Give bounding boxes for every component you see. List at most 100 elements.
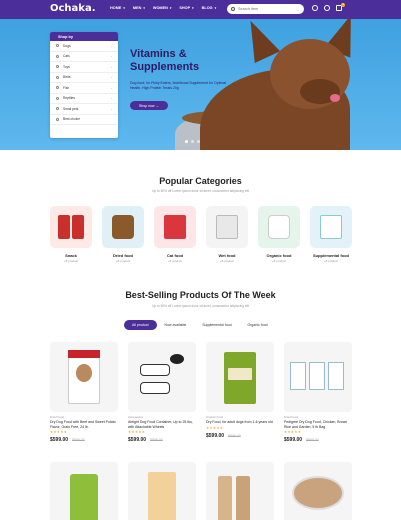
product-image xyxy=(112,215,134,239)
shop-by-item-toys[interactable]: Toys › xyxy=(50,62,118,73)
tab-all-product[interactable]: All product xyxy=(124,320,157,330)
product-image xyxy=(284,342,352,412)
user-icon[interactable] xyxy=(312,5,318,11)
carousel-dot[interactable] xyxy=(191,140,194,143)
fish-icon xyxy=(56,86,59,90)
category-image xyxy=(154,206,196,248)
product-price: $599.00 $899.00 xyxy=(128,437,163,443)
rating-stars: ★★★★★ xyxy=(50,430,68,434)
chevron-down-icon: ▾ xyxy=(143,6,145,10)
category-dried-food[interactable]: Dried food +8 product xyxy=(102,206,144,263)
top-header: Ochaka. HOME▾ MEN▾ WOMEN▾ SHOP▾ BLOG▾ 0 xyxy=(0,0,401,19)
rating-stars: ★★★★★ xyxy=(128,430,146,434)
product-card[interactable]: Dried Food Pedigree Dry Dog Food, Chicke… xyxy=(284,342,352,443)
product-price: $599.00 $899.00 xyxy=(50,437,85,443)
shop-now-button[interactable]: Shop now → xyxy=(130,101,168,110)
category-image xyxy=(310,206,352,248)
product-price: $599.00 $899.00 xyxy=(284,437,319,443)
nav-home[interactable]: HOME ▾ xyxy=(110,6,125,10)
category-wet-food[interactable]: Wet food +8 product xyxy=(206,206,248,263)
product-image xyxy=(58,215,70,239)
shop-by-item-small-pets[interactable]: Small pets › xyxy=(50,104,118,115)
product-image xyxy=(284,462,352,520)
shop-by-item-birds[interactable]: Birds › xyxy=(50,73,118,83)
product-image xyxy=(206,342,274,412)
toy-icon xyxy=(56,65,59,69)
product-card[interactable] xyxy=(284,462,352,520)
search-input[interactable] xyxy=(238,7,298,11)
tab-organic-food[interactable]: Organic food xyxy=(240,320,276,330)
category-organic-food[interactable]: Organic food +8 product xyxy=(258,206,300,263)
category-image xyxy=(258,206,300,248)
chevron-right-icon: › xyxy=(111,75,112,80)
carousel-dot[interactable] xyxy=(185,140,188,143)
rating-stars: ★★★★★ xyxy=(284,430,302,434)
reptile-icon xyxy=(56,96,59,100)
product-filter-tabs: All product Now available Supplemental f… xyxy=(124,320,276,330)
product-image xyxy=(50,342,118,412)
category-image xyxy=(102,206,144,248)
chevron-down-icon: ▾ xyxy=(123,6,125,10)
small-pet-icon xyxy=(56,107,59,111)
product-image xyxy=(72,215,84,239)
search-bar xyxy=(227,4,304,14)
search-icon[interactable] xyxy=(231,7,235,11)
product-image xyxy=(206,462,274,520)
cart-icon[interactable]: 0 xyxy=(336,3,345,11)
nav-shop[interactable]: SHOP ▾ xyxy=(179,6,193,10)
carousel-dot[interactable] xyxy=(197,140,200,143)
product-image xyxy=(128,342,196,412)
shop-by-item-reptiles[interactable]: Reptiles › xyxy=(50,94,118,104)
shop-by-header[interactable]: Shop by xyxy=(50,32,118,41)
chevron-right-icon: › xyxy=(111,106,112,111)
category-cat-food[interactable]: Cat food +8 product xyxy=(154,206,196,263)
chevron-right-icon: › xyxy=(111,85,112,90)
product-image xyxy=(164,215,186,239)
logo[interactable]: Ochaka. xyxy=(50,3,96,14)
hero-title: Vitamins & Supplements xyxy=(130,48,200,73)
bestsellers-title: Best-Selling Products Of The Week xyxy=(125,290,276,300)
shop-by-item-cats[interactable]: Cats › xyxy=(50,52,118,62)
shop-by-item-dogs[interactable]: Dogs › xyxy=(50,41,118,52)
shop-by-item-fish[interactable]: Fish › xyxy=(50,83,118,94)
chevron-right-icon: › xyxy=(111,43,112,48)
product-image xyxy=(216,215,238,239)
header-icons: 0 xyxy=(312,3,345,11)
chevron-down-icon: ▾ xyxy=(192,6,194,10)
popular-categories-subtitle: Up to 50% off Lorem ipsum dolor sit amet… xyxy=(152,189,249,193)
product-card[interactable] xyxy=(50,462,118,520)
dog-icon xyxy=(56,44,59,48)
category-image xyxy=(206,206,248,248)
category-supplemental-food[interactable]: Supplemental food +8 product xyxy=(310,206,352,263)
bird-icon xyxy=(56,75,59,79)
shop-by-item-best-choice[interactable]: Best choice xyxy=(50,115,118,125)
hero-subtitle: Dog food; for Picky Eaters, Nutritional … xyxy=(130,81,227,90)
product-image xyxy=(50,462,118,520)
product-card[interactable] xyxy=(128,462,196,520)
category-snack[interactable]: Snack +8 product xyxy=(50,206,92,263)
product-card[interactable] xyxy=(206,462,274,520)
category-image xyxy=(50,206,92,248)
chevron-down-icon: ▾ xyxy=(169,6,172,10)
tab-now-available[interactable]: Now available xyxy=(157,320,195,330)
nav-women[interactable]: WOMEN ▾ xyxy=(153,6,172,10)
chevron-right-icon: › xyxy=(111,64,112,69)
product-card[interactable]: Organic Food Dry Food, for adult dogs fr… xyxy=(206,342,274,439)
tab-supplemental-food[interactable]: Supplemental food xyxy=(194,320,239,330)
product-card[interactable]: Dried Food Dry Dog Food with Beef and Sw… xyxy=(50,342,118,443)
popular-categories-title: Popular Categories xyxy=(159,176,242,186)
bestsellers-subtitle: Up to 50% off Lorem ipsum dolor sit amet… xyxy=(152,304,249,308)
product-image xyxy=(320,215,342,239)
product-card[interactable]: Accessories Airtight Dog Food Container,… xyxy=(128,342,196,443)
product-image xyxy=(128,462,196,520)
main-nav: HOME ▾ MEN ▾ WOMEN ▾ SHOP ▾ BLOG ▾ xyxy=(110,6,224,10)
nav-men[interactable]: MEN ▾ xyxy=(133,6,145,10)
chevron-right-icon: › xyxy=(111,96,112,101)
chevron-down-icon: ▾ xyxy=(214,6,217,10)
cart-count-badge: 0 xyxy=(341,3,345,7)
nav-blog[interactable]: BLOG ▾ xyxy=(202,6,216,10)
chevron-right-icon: › xyxy=(111,54,112,59)
dog-tongue xyxy=(330,94,340,102)
carousel-dots xyxy=(185,140,200,143)
heart-icon[interactable] xyxy=(324,5,330,11)
